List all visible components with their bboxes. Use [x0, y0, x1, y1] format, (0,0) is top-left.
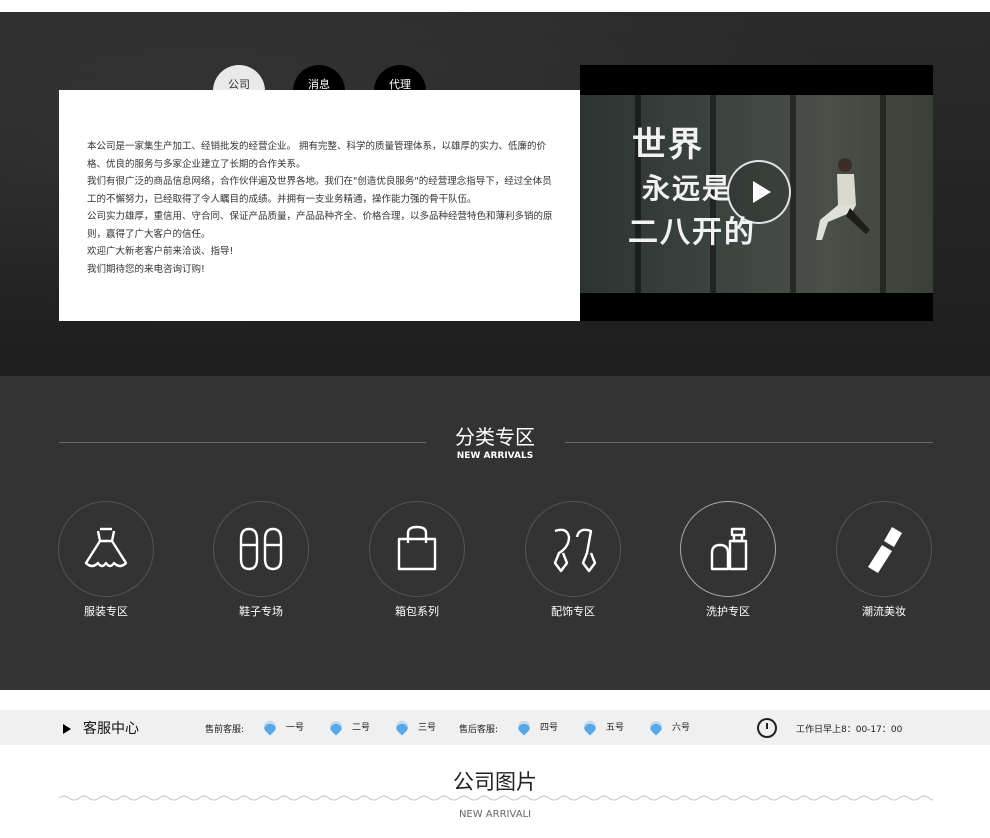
category-circle[interactable]	[369, 501, 465, 597]
agent-link[interactable]: 一号	[261, 718, 304, 735]
lipstick-icon	[868, 527, 902, 573]
service-title: 客服中心	[63, 718, 139, 738]
aftersale-label: 售后客服:	[459, 725, 499, 735]
intro-paragraph: 本公司是一家集生产加工、经销批发的经营企业。 拥有完整、科学的质量管理体系，以雄…	[87, 141, 547, 170]
section-subtitle: NEW ARRIVALS	[456, 451, 534, 461]
agent-name[interactable]: 一号	[286, 720, 304, 733]
agent-name[interactable]: 六号	[672, 720, 690, 733]
service-title-text: 客服中心	[83, 721, 139, 737]
customer-service-bar: 客服中心 售前客服: 一号 二号 三号 售后客服: 四号 五号 六号 工作日早上…	[0, 710, 990, 745]
qq-icon	[581, 718, 599, 735]
intro-text: 本公司是一家集生产加工、经销批发的经营企业。 拥有完整、科学的质量管理体系，以雄…	[87, 138, 557, 278]
category-item-clothing[interactable]: 服装专区	[58, 501, 154, 619]
intro-paragraph: 我们期待您的来电咨询订购!	[87, 263, 205, 275]
intro-paragraph: 欢迎广大新老客户前来洽谈、指导!	[87, 246, 234, 257]
category-label[interactable]: 服装专区	[58, 603, 154, 619]
agent-name[interactable]: 四号	[540, 720, 558, 733]
agent-link[interactable]: 二号	[327, 718, 370, 735]
photos-title: 公司图片	[453, 770, 537, 794]
video-caption-line: 永远是	[642, 172, 733, 205]
wavy-divider	[59, 795, 933, 801]
dress-icon	[84, 527, 128, 568]
section-title: 分类专区	[455, 425, 535, 449]
earrings-icon	[553, 528, 597, 573]
category-item-bags[interactable]: 箱包系列	[369, 501, 465, 619]
video-caption-line: 世界	[632, 125, 704, 165]
agent-name[interactable]: 五号	[606, 720, 624, 733]
intro-panel: 本公司是一家集生产加工、经销批发的经营企业。 拥有完整、科学的质量管理体系，以雄…	[59, 90, 580, 321]
video-player[interactable]: 世界 永远是 二八开的	[580, 65, 933, 321]
photos-subtitle: NEW ARRIVALI	[458, 809, 532, 820]
category-circle[interactable]	[525, 501, 621, 597]
agent-link[interactable]: 六号	[647, 718, 690, 735]
category-item-accessories[interactable]: 配饰专区	[525, 501, 621, 619]
clock-icon	[757, 718, 777, 738]
qq-icon	[261, 718, 279, 735]
play-button[interactable]	[727, 160, 791, 224]
category-circle[interactable]	[680, 501, 776, 597]
skincare-icon	[710, 527, 748, 571]
slippers-icon	[239, 527, 283, 571]
category-label[interactable]: 鞋子专场	[213, 603, 309, 619]
qq-icon	[647, 718, 665, 735]
agent-name[interactable]: 二号	[352, 720, 370, 733]
category-circle[interactable]	[58, 501, 154, 597]
agent-link[interactable]: 四号	[515, 718, 558, 735]
intro-paragraph: 我们有很广泛的商品信息网络，合作伙伴遍及世界各地。我们在"创造优良服务"的经营理…	[87, 176, 552, 205]
agent-name[interactable]: 三号	[418, 720, 436, 733]
play-triangle-icon	[63, 724, 71, 734]
category-section: 分类专区 NEW ARRIVALS 服装专区 鞋子专场 箱包系列 配饰专区 洗护…	[0, 376, 990, 690]
seated-person-figure	[816, 158, 870, 240]
bag-icon	[397, 525, 437, 571]
working-hours: 工作日早上8：00-17：00	[796, 725, 903, 735]
category-item-shoes[interactable]: 鞋子专场	[213, 501, 309, 619]
intro-paragraph: 公司实力雄厚，重信用、守合同、保证产品质量，产品品种齐全、价格合理，以多品种经营…	[87, 211, 553, 240]
qq-icon	[327, 718, 345, 735]
video-frame: 世界 永远是 二八开的	[580, 95, 933, 293]
category-circle[interactable]	[213, 501, 309, 597]
agent-link[interactable]: 五号	[581, 718, 624, 735]
category-label[interactable]: 潮流美妆	[836, 603, 932, 619]
about-section: 公司 介绍 消息 公告 代理 加盟 本公司是一家集生产加工、经销批发的经营企业。…	[0, 12, 990, 376]
page: 公司 介绍 消息 公告 代理 加盟 本公司是一家集生产加工、经销批发的经营企业。…	[0, 0, 990, 838]
presale-label: 售前客服:	[205, 725, 245, 735]
qq-icon	[515, 718, 533, 735]
category-item-makeup[interactable]: 潮流美妆	[836, 501, 932, 619]
category-label[interactable]: 箱包系列	[369, 603, 465, 619]
category-label[interactable]: 洗护专区	[680, 603, 776, 619]
category-circle[interactable]	[836, 501, 932, 597]
agent-link[interactable]: 三号	[393, 718, 436, 735]
category-item-care[interactable]: 洗护专区	[680, 501, 776, 619]
qq-icon	[393, 718, 411, 735]
category-label[interactable]: 配饰专区	[525, 603, 621, 619]
